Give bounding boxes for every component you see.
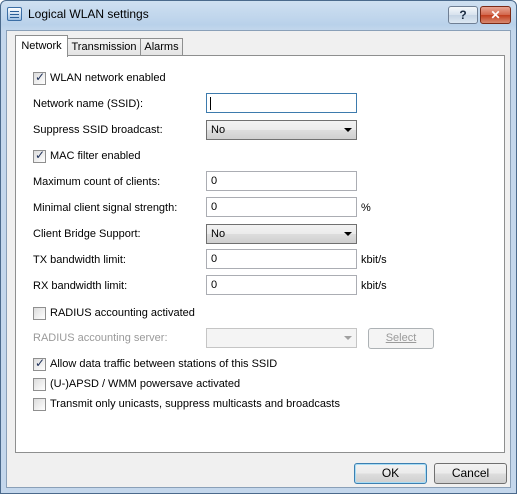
max-clients-label: Maximum count of clients: [33,176,161,188]
radius-server-select[interactable] [206,328,357,348]
apsd-label: (U-)APSD / WMM powersave activated [50,378,241,390]
help-button[interactable]: ? [448,6,478,24]
ssid-label: Network name (SSID): [33,98,144,110]
client-bridge-select[interactable]: No [206,224,357,244]
window-title: Logical WLAN settings [28,7,149,21]
rx-limit-input[interactable]: 0 [206,275,357,295]
mac-filter-label: MAC filter enabled [50,150,141,162]
chevron-down-icon [344,128,352,132]
min-signal-unit: % [361,202,371,214]
radius-accounting-label: RADIUS accounting activated [50,307,195,319]
ok-button[interactable]: OK [354,463,427,484]
tab-alarms[interactable]: Alarms [140,38,183,56]
wlan-enabled-label: WLAN network enabled [50,72,166,84]
min-signal-label: Minimal client signal strength: [33,202,178,214]
close-button[interactable]: ✕ [480,6,511,24]
min-signal-input[interactable]: 0 [206,197,357,217]
suppress-ssid-label: Suppress SSID broadcast: [33,124,163,136]
radius-select-button[interactable]: Select [368,328,434,349]
max-clients-input[interactable]: 0 [206,171,357,191]
settings-window-icon [7,7,22,21]
tx-limit-label: TX bandwidth limit: [33,254,126,266]
text-caret [210,97,211,110]
dialog-window: Logical WLAN settings ? ✕ Network Transm… [0,0,517,494]
unicast-only-label: Transmit only unicasts, suppress multica… [50,398,340,410]
title-bar[interactable]: Logical WLAN settings ? ✕ [1,1,516,29]
allow-traffic-checkbox[interactable] [33,356,46,371]
mac-filter-checkbox[interactable] [33,148,46,163]
tx-limit-input[interactable]: 0 [206,249,357,269]
radius-select-label: Select [385,332,417,344]
client-bridge-value: No [211,228,226,240]
suppress-ssid-select[interactable]: No [206,120,357,140]
apsd-checkbox[interactable] [33,378,46,391]
ssid-input[interactable] [206,93,357,113]
client-bridge-label: Client Bridge Support: [33,228,141,240]
unicast-only-checkbox[interactable] [33,398,46,411]
suppress-ssid-value: No [211,124,226,136]
rx-limit-unit: kbit/s [361,280,387,292]
chevron-down-icon [344,336,352,340]
cancel-button[interactable]: Cancel [434,463,507,484]
dialog-client-area: Network Transmission Alarms WLAN network… [6,30,511,488]
tab-network[interactable]: Network [15,35,68,57]
network-tab-panel: WLAN network enabled Network name (SSID)… [15,55,505,453]
allow-traffic-label: Allow data traffic between stations of t… [50,358,278,370]
radius-server-label: RADIUS accounting server: [33,332,168,344]
radius-accounting-checkbox[interactable] [33,307,46,320]
rx-limit-label: RX bandwidth limit: [33,280,128,292]
chevron-down-icon [344,232,352,236]
wlan-enabled-checkbox[interactable] [33,70,46,85]
tab-transmission[interactable]: Transmission [67,38,141,56]
tx-limit-unit: kbit/s [361,254,387,266]
